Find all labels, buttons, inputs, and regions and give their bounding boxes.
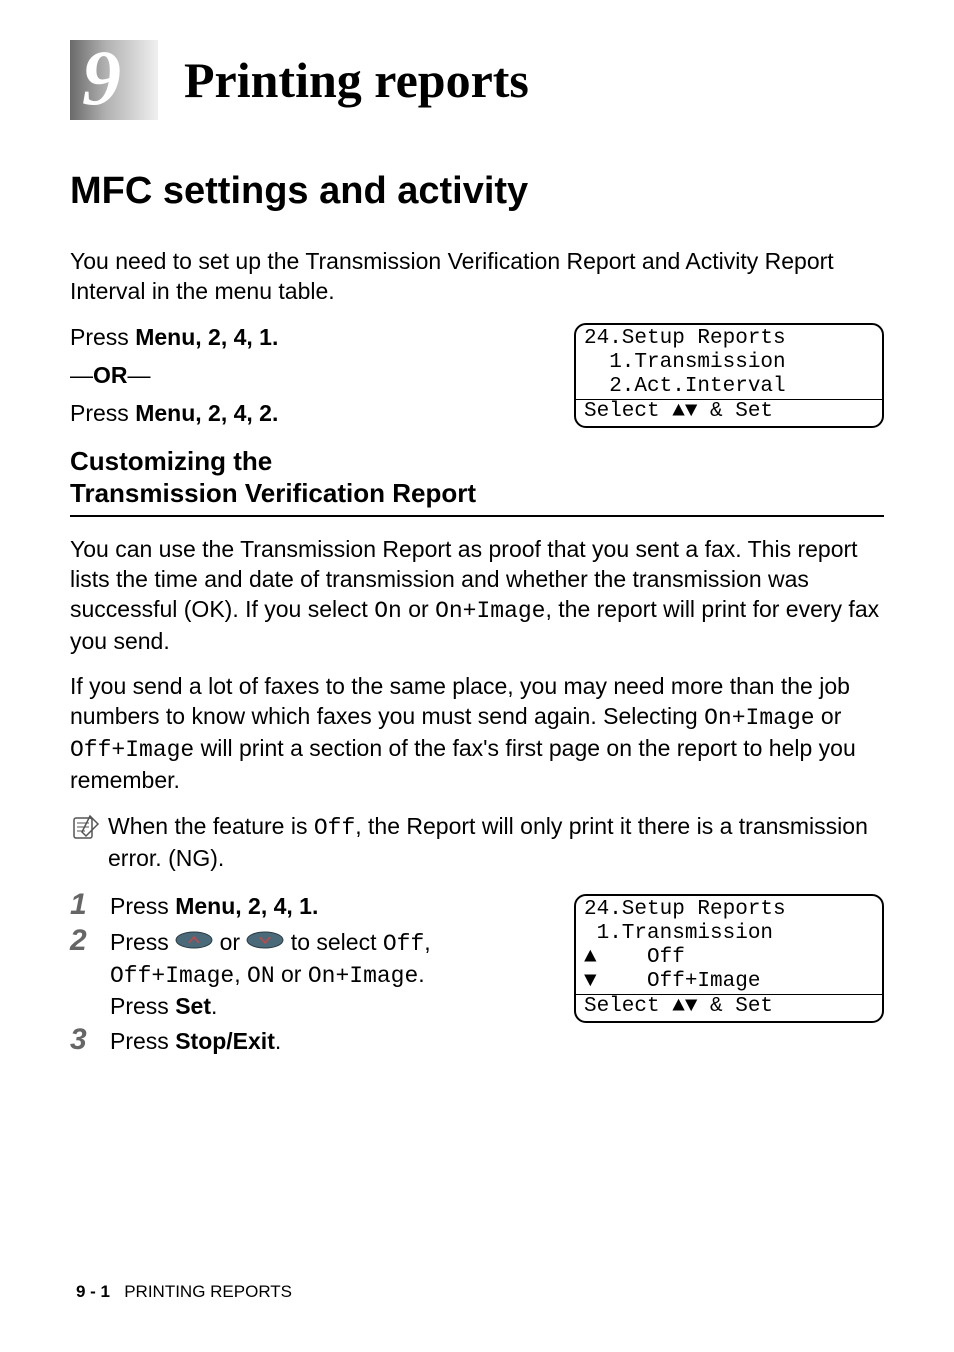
- p2m2: Off+Image: [70, 737, 194, 763]
- p1m2: On+Image: [435, 598, 545, 624]
- s2a: Press: [110, 929, 175, 955]
- p2b: or: [815, 703, 842, 729]
- s2e: ,: [234, 961, 247, 987]
- lcd1-line1: 24.Setup Reports: [584, 327, 874, 351]
- lcd2-line4: ▼ Off+Image: [584, 970, 874, 994]
- s2g: .: [418, 961, 424, 987]
- step-num-1: 1: [70, 890, 92, 920]
- subsection-title-line1: Customizing the: [70, 446, 272, 476]
- note-m: Off: [314, 815, 355, 841]
- step-3-body: Press Stop/Exit.: [110, 1027, 554, 1057]
- down-oval-icon: [246, 927, 284, 957]
- press-menu-2: Press Menu, 2, 4, 2.: [70, 399, 554, 429]
- page-footer: 9 - 1 PRINTING REPORTS: [76, 1282, 292, 1302]
- s2c: to select: [284, 929, 382, 955]
- section-title: MFC settings and activity: [70, 170, 884, 213]
- step-1-body: Press Menu, 2, 4, 1.: [110, 892, 554, 922]
- or-line: —OR—: [70, 361, 554, 391]
- s1bold: Menu: [175, 893, 235, 919]
- lcd-display-2: 24.Setup Reports 1.Transmission ▲ Off ▼ …: [574, 894, 884, 1024]
- subsection-para-2: If you send a lot of faxes to the same p…: [70, 672, 884, 796]
- step-2-body: Press or to select Off, Off+Image, ON or…: [110, 928, 554, 1022]
- chapter-title: Printing reports: [184, 51, 529, 109]
- s2f: or: [275, 961, 308, 987]
- menu-bold-2: Menu: [135, 400, 195, 426]
- p1b: or: [402, 596, 435, 622]
- step-num-2: 2: [70, 926, 92, 1020]
- steps-lcd-row: 1 Press Menu, 2, 4, 1. 2 Press or to sel…: [70, 892, 884, 1064]
- menu-bold: Menu: [135, 324, 195, 350]
- lcd1-line5: Select ▲▼ & Set: [576, 399, 882, 426]
- s3dot: .: [275, 1028, 281, 1054]
- dash-pre: —: [70, 362, 93, 388]
- intro-paragraph: You need to set up the Transmission Veri…: [70, 247, 884, 307]
- lcd2-line2: 1.Transmission: [584, 922, 874, 946]
- s1pre: Press: [110, 893, 175, 919]
- dash-post: —: [128, 362, 151, 388]
- s2m1: Off: [383, 931, 424, 957]
- subsection-title: Customizing the Transmission Verificatio…: [70, 446, 884, 516]
- s3bold: Stop/Exit: [175, 1028, 275, 1054]
- step-num-3: 3: [70, 1025, 92, 1055]
- note-icon: [70, 812, 100, 842]
- s2press: Press: [110, 993, 175, 1019]
- chapter-header: 9 Printing reports: [70, 40, 884, 120]
- s2b: or: [213, 929, 246, 955]
- step-1: 1 Press Menu, 2, 4, 1.: [70, 892, 554, 922]
- s2m3: ON: [247, 963, 275, 989]
- chapter-number: 9: [82, 39, 121, 117]
- instruction-col: Press Menu, 2, 4, 1. —OR— Press Menu, 2,…: [70, 323, 554, 429]
- footer-label: PRINTING REPORTS: [124, 1282, 292, 1301]
- footer-page: 9 - 1: [76, 1282, 110, 1301]
- s2m4: On+Image: [308, 963, 418, 989]
- subsection-title-line2: Transmission Verification Report: [70, 478, 476, 508]
- press-menu-1: Press Menu, 2, 4, 1.: [70, 323, 554, 353]
- lcd1-line4: 2.Act.Interval: [584, 375, 874, 399]
- p1m1: On: [374, 598, 402, 624]
- lcd-display-1: 24.Setup Reports 1.Transmission 2.Act.In…: [574, 323, 884, 429]
- up-oval-icon: [175, 927, 213, 957]
- instruction-lcd-row: Press Menu, 2, 4, 1. —OR— Press Menu, 2,…: [70, 323, 884, 429]
- press-seq-1: , 2, 4, 1.: [195, 324, 278, 350]
- subsection-para-1: You can use the Transmission Report as p…: [70, 535, 884, 657]
- press-text: Press: [70, 324, 135, 350]
- lcd2-line3: ▲ Off: [584, 946, 874, 970]
- s2set: Set: [175, 993, 211, 1019]
- note-a: When the feature is: [108, 813, 314, 839]
- press-text-2: Press: [70, 400, 135, 426]
- or-bold: OR: [93, 362, 128, 388]
- p2m1: On+Image: [704, 705, 814, 731]
- step-3: 3 Press Stop/Exit.: [70, 1027, 554, 1057]
- lcd1-line3: 1.Transmission: [584, 351, 874, 375]
- s2dot: .: [211, 993, 217, 1019]
- lcd2-line5: Select ▲▼ & Set: [576, 994, 882, 1021]
- s2d: ,: [424, 929, 430, 955]
- note-text: When the feature is Off, the Report will…: [108, 812, 884, 874]
- step-2: 2 Press or to select Off, Off+Image, ON …: [70, 928, 554, 1022]
- s3pre: Press: [110, 1028, 175, 1054]
- s1seq: , 2, 4, 1.: [235, 893, 318, 919]
- note: When the feature is Off, the Report will…: [70, 812, 884, 874]
- s2m2: Off+Image: [110, 963, 234, 989]
- press-seq-2: , 2, 4, 2.: [195, 400, 278, 426]
- step-list: 1 Press Menu, 2, 4, 1. 2 Press or to sel…: [70, 892, 554, 1064]
- chapter-badge: 9: [70, 40, 158, 120]
- lcd2-line1: 24.Setup Reports: [584, 898, 874, 922]
